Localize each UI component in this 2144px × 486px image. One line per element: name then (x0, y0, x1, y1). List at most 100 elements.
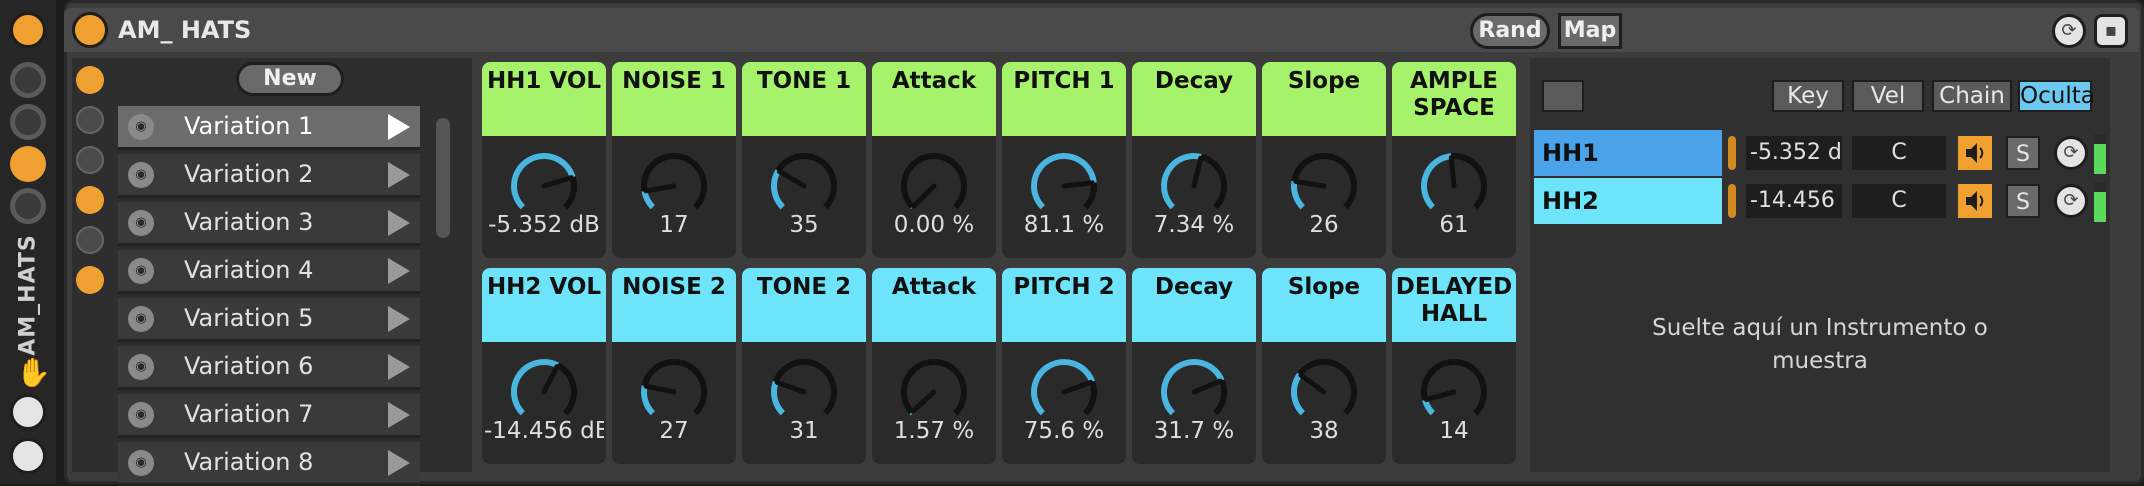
camera-icon[interactable]: ◉ (128, 114, 154, 140)
solo-button[interactable]: S (2006, 184, 2040, 218)
macro-value[interactable]: 31 (744, 418, 864, 444)
knob-dial[interactable] (1284, 148, 1364, 218)
macro-knob[interactable]: PITCH 275.6 % (1002, 268, 1126, 464)
knob-dial[interactable] (1414, 354, 1494, 424)
macro-knob[interactable]: NOISE 227 (612, 268, 736, 464)
knob-dial[interactable] (504, 148, 584, 218)
macro-value[interactable]: 7.34 % (1134, 212, 1254, 238)
knob-dial[interactable] (1024, 148, 1104, 218)
drop-zone[interactable]: Suelte aquí un Instrumento o muestra (1600, 312, 2040, 379)
chain-activator-icon[interactable] (1728, 136, 1736, 170)
macro-knob[interactable]: AMPLE SPACE61 (1392, 62, 1516, 258)
macro-knob[interactable]: TONE 231 (742, 268, 866, 464)
chain-activator-icon[interactable] (1728, 184, 1736, 218)
macro-knob[interactable]: PITCH 181.1 % (1002, 62, 1126, 258)
macro-value[interactable]: 0.00 % (874, 212, 994, 238)
camera-icon[interactable]: ◉ (128, 354, 154, 380)
camera-icon[interactable]: ◉ (128, 402, 154, 428)
camera-icon[interactable]: ◉ (128, 162, 154, 188)
knob-dial[interactable] (504, 354, 584, 424)
variation-item[interactable]: ◉Variation 4 (118, 250, 420, 294)
refresh-icon[interactable]: ⟳ (2052, 14, 2086, 48)
save-icon[interactable] (10, 438, 46, 474)
add-icon[interactable] (76, 106, 104, 134)
macro-value[interactable]: 27 (614, 418, 734, 444)
chain-key[interactable]: C (1852, 136, 1946, 170)
knob-dial[interactable] (634, 148, 714, 218)
macro-knob[interactable]: HH2 VOL-14.456 dB (482, 268, 606, 464)
macro-knob[interactable]: Attack1.57 % (872, 268, 996, 464)
knob-dial[interactable] (764, 354, 844, 424)
new-variation-button[interactable]: New (236, 62, 344, 96)
camera-icon[interactable] (10, 104, 46, 140)
macro-knob[interactable]: HH1 VOL-5.352 dB (482, 62, 606, 258)
play-icon[interactable] (388, 210, 410, 236)
refresh-icon[interactable]: ⟳ (2054, 136, 2088, 170)
speaker-icon[interactable] (1958, 184, 1992, 218)
speaker-icon[interactable] (1958, 136, 1992, 170)
chain-name[interactable]: HH1 (1534, 130, 1722, 176)
list-icon[interactable] (76, 266, 104, 294)
variation-item[interactable]: ◉Variation 7 (118, 394, 420, 438)
macro-value[interactable]: 38 (1264, 418, 1384, 444)
knob-dial[interactable] (894, 354, 974, 424)
variation-item[interactable]: ◉Variation 8 (118, 442, 420, 486)
knob-dial[interactable] (1284, 354, 1364, 424)
rand-button[interactable]: Rand (1470, 13, 1550, 49)
remove-icon[interactable] (76, 146, 104, 174)
scrollbar[interactable] (436, 118, 450, 238)
chain-key[interactable]: C (1852, 184, 1946, 218)
map-button[interactable]: Map (1558, 13, 1622, 49)
track-icon-1[interactable] (10, 62, 46, 98)
chain-expand-icon[interactable] (1542, 80, 1584, 112)
camera-icon[interactable]: ◉ (128, 450, 154, 476)
refresh-icon[interactable] (10, 394, 46, 430)
macro-knob[interactable]: Attack0.00 % (872, 62, 996, 258)
macro-value[interactable]: 26 (1264, 212, 1384, 238)
macro-value[interactable]: 14 (1394, 418, 1514, 444)
variation-item[interactable]: ◉Variation 6 (118, 346, 420, 390)
macro-knob[interactable]: TONE 135 (742, 62, 866, 258)
solo-button[interactable]: S (2006, 136, 2040, 170)
device-power-button[interactable] (72, 12, 108, 48)
camera-icon[interactable]: ◉ (128, 306, 154, 332)
camera-icon[interactable]: ◉ (128, 210, 154, 236)
chain-volume[interactable]: -5.352 dB (1746, 136, 1842, 170)
macro-value[interactable]: 31.7 % (1134, 418, 1254, 444)
tab-vel[interactable]: Vel (1852, 80, 1924, 112)
variation-item[interactable]: ◉Variation 3 (118, 202, 420, 246)
play-icon[interactable] (388, 114, 410, 140)
knob-dial[interactable] (764, 148, 844, 218)
macro-icon[interactable] (10, 146, 46, 182)
play-icon[interactable] (388, 450, 410, 476)
refresh-icon[interactable]: ⟳ (2054, 184, 2088, 218)
chain-volume[interactable]: -14.456 dB (1746, 184, 1842, 218)
play-icon[interactable] (388, 258, 410, 284)
play-icon[interactable] (388, 402, 410, 428)
knob-dial[interactable] (1024, 354, 1104, 424)
macro-value[interactable]: 1.57 % (874, 418, 994, 444)
macro-knob[interactable]: Decay31.7 % (1132, 268, 1256, 464)
knob-dial[interactable] (634, 354, 714, 424)
minus-icon[interactable] (76, 226, 104, 254)
variation-item[interactable]: ◉Variation 1 (118, 106, 420, 150)
knob-dial[interactable] (1414, 148, 1494, 218)
macro-value[interactable]: -14.456 dB (484, 418, 604, 444)
knob-dial[interactable] (1154, 148, 1234, 218)
track-power-button[interactable] (10, 12, 46, 48)
camera-icon[interactable] (76, 186, 104, 214)
macro-knob[interactable]: Slope26 (1262, 62, 1386, 258)
macro-value[interactable]: 81.1 % (1004, 212, 1124, 238)
play-icon[interactable] (388, 354, 410, 380)
play-icon[interactable] (388, 306, 410, 332)
macro-knob[interactable]: NOISE 117 (612, 62, 736, 258)
macro-knob[interactable]: Decay7.34 % (1132, 62, 1256, 258)
macro-value[interactable]: 61 (1394, 212, 1514, 238)
variation-item[interactable]: ◉Variation 5 (118, 298, 420, 342)
tab-hide[interactable]: Oculta (2018, 80, 2092, 112)
camera-icon[interactable]: ◉ (128, 258, 154, 284)
variation-item[interactable]: ◉Variation 2 (118, 154, 420, 198)
macro-knob[interactable]: DELAYED HALL14 (1392, 268, 1516, 464)
play-icon[interactable] (388, 162, 410, 188)
tab-key[interactable]: Key (1772, 80, 1844, 112)
